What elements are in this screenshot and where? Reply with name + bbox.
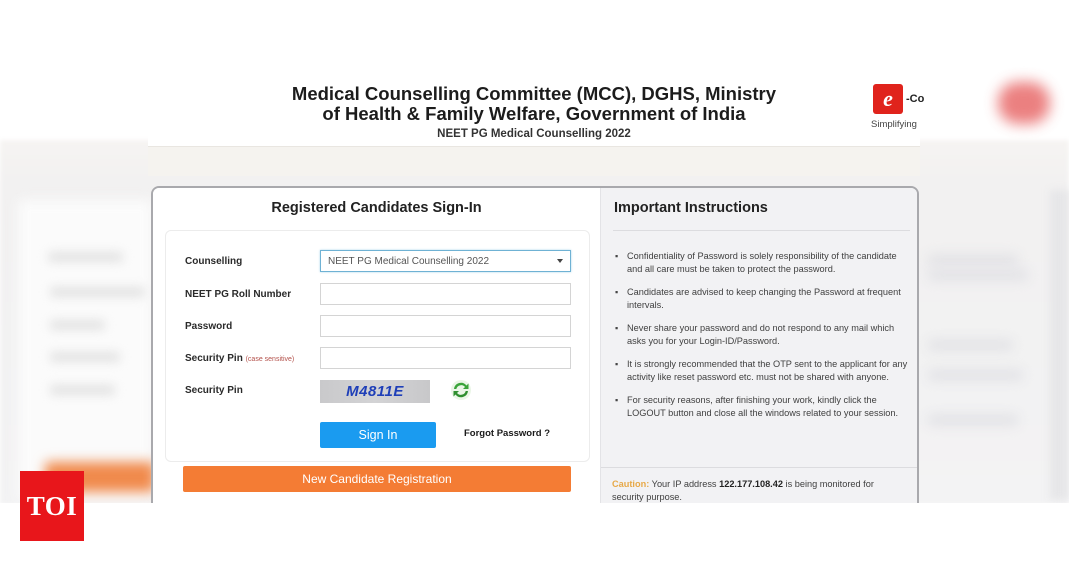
- case-sensitive-hint: (case sensitive): [245, 356, 295, 363]
- blurred-left-panel: [18, 200, 153, 500]
- roll-number-label: NEET PG Roll Number: [185, 289, 292, 300]
- counselling-selected-value: NEET PG Medical Counselling 2022: [328, 255, 490, 267]
- security-pin-label-text: Security Pin: [185, 353, 243, 364]
- ip-address: 122.177.108.42: [719, 479, 783, 489]
- instruction-item: Never share your password and do not res…: [614, 322, 912, 348]
- counselling-select[interactable]: NEET PG Medical Counselling 2022: [320, 250, 571, 272]
- blurred-line: [48, 252, 123, 262]
- page-header: Medical Counselling Committee (MCC), DGH…: [148, 78, 920, 146]
- logo-icon: e: [873, 84, 903, 114]
- chevron-down-icon: [557, 259, 563, 263]
- e-counselling-logo[interactable]: e -Co Simplifying: [868, 84, 928, 134]
- logo-tagline: Simplifying: [871, 119, 917, 130]
- login-card: Registered Candidates Sign-In Counsellin…: [151, 186, 919, 516]
- password-input[interactable]: [320, 315, 571, 337]
- new-registration-button[interactable]: New Candidate Registration: [183, 466, 571, 492]
- blurred-line: [928, 370, 1023, 380]
- page-subtitle: NEET PG Medical Counselling 2022: [437, 128, 631, 140]
- signin-button[interactable]: Sign In: [320, 422, 436, 448]
- captcha-label: Security Pin: [185, 385, 243, 396]
- blurred-line: [928, 340, 1013, 350]
- password-label: Password: [185, 321, 233, 332]
- instruction-item: It is strongly recommended that the OTP …: [614, 358, 912, 384]
- toi-watermark-logo: TOI: [20, 471, 84, 541]
- page-title-line-1: Medical Counselling Committee (MCC), DGH…: [291, 83, 777, 104]
- captcha-image: M4811E: [320, 380, 430, 403]
- instruction-item: For security reasons, after finishing yo…: [614, 394, 912, 420]
- blurred-line: [928, 255, 1018, 265]
- instructions-title: Important Instructions: [614, 200, 768, 216]
- blurred-line: [50, 287, 145, 297]
- counselling-label: Counselling: [185, 256, 243, 267]
- signin-title: Registered Candidates Sign-In: [271, 200, 482, 216]
- divider: [601, 467, 917, 468]
- blurred-red-button: [998, 82, 1050, 124]
- instruction-item: Candidates are advised to keep changing …: [614, 286, 912, 312]
- caution-notice: Caution: Your IP address 122.177.108.42 …: [612, 478, 908, 504]
- instruction-item: Confidentiality of Password is solely re…: [614, 250, 912, 276]
- instructions-panel: Important Instructions Confidentiality o…: [600, 188, 917, 516]
- instructions-list: Confidentiality of Password is solely re…: [614, 250, 912, 430]
- nav-bar: [148, 146, 920, 176]
- refresh-captcha-icon[interactable]: [450, 379, 472, 401]
- security-pin-label: Security Pin (case sensitive): [185, 353, 294, 364]
- caution-label: Caution:: [612, 479, 650, 489]
- divider: [613, 230, 910, 231]
- security-pin-input[interactable]: [320, 347, 571, 369]
- forgot-password-link[interactable]: Forgot Password ?: [464, 428, 550, 439]
- signin-panel: Registered Candidates Sign-In Counsellin…: [153, 188, 600, 516]
- blurred-edge: [1050, 190, 1069, 500]
- blurred-line: [50, 320, 105, 330]
- page-title: Medical Counselling Committee (MCC), DGH…: [148, 84, 920, 124]
- roll-number-input[interactable]: [320, 283, 571, 305]
- logo-text: -Co: [906, 93, 925, 105]
- blurred-line: [928, 270, 1028, 280]
- blurred-line: [50, 352, 120, 362]
- caution-text-pre: Your IP address: [651, 479, 717, 489]
- signin-form: Counselling NEET PG Medical Counselling …: [165, 230, 590, 462]
- blurred-line: [928, 415, 1018, 425]
- page-title-line-2: of Health & Family Welfare, Government o…: [322, 103, 746, 124]
- bottom-whitespace: [0, 503, 1069, 580]
- blurred-line: [50, 385, 115, 395]
